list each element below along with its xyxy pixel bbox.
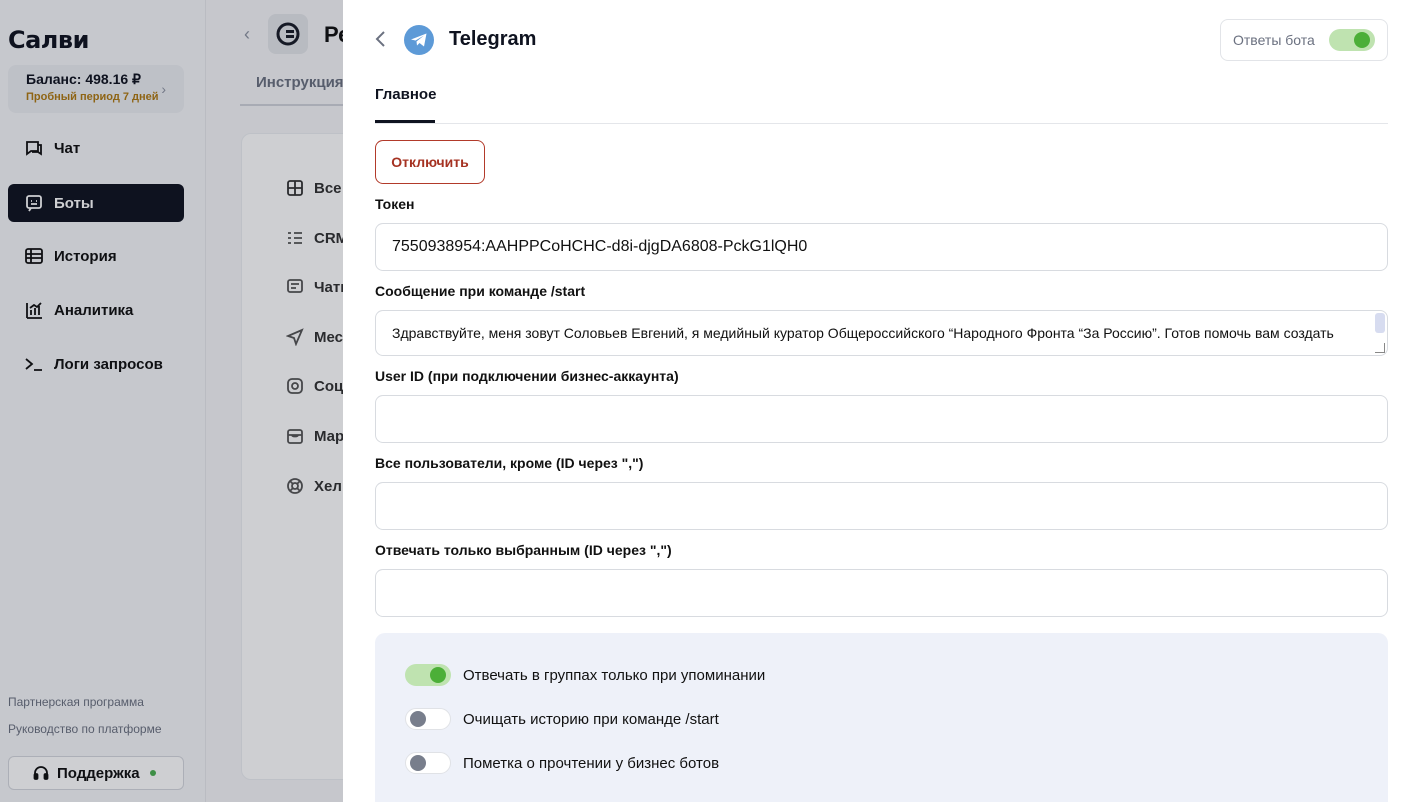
panel-title: Telegram bbox=[449, 28, 537, 50]
telegram-settings-panel: Telegram Ответы бота Главное Отключить Т… bbox=[343, 0, 1426, 802]
bot-answers-toggle[interactable] bbox=[1329, 29, 1375, 51]
user-id-label: User ID (при подключении бизнес-аккаунта… bbox=[375, 368, 679, 384]
toggle-label: Отвечать в группах только при упоминании bbox=[463, 666, 766, 684]
toggle-knob bbox=[430, 667, 446, 683]
toggle-row-group-mentions: Отвечать в группах только при упоминании bbox=[405, 664, 765, 686]
disconnect-button[interactable]: Отключить bbox=[375, 140, 485, 184]
token-value: 7550938954:AAHPPCoHCHC-d8i-djgDA6808-Pck… bbox=[392, 238, 808, 255]
tab-main[interactable]: Главное bbox=[375, 86, 436, 103]
tab-divider bbox=[375, 123, 1388, 124]
token-label: Токен bbox=[375, 196, 415, 212]
start-message-textarea[interactable]: Здравствуйте, меня зовут Соловьев Евгени… bbox=[375, 310, 1388, 356]
except-users-label: Все пользователи, кроме (ID через ",") bbox=[375, 455, 644, 471]
telegram-icon bbox=[404, 25, 434, 55]
bot-answers-toggle-box: Ответы бота bbox=[1220, 19, 1388, 61]
bot-answers-label: Ответы бота bbox=[1233, 32, 1315, 48]
modal-backdrop[interactable] bbox=[0, 0, 343, 802]
toggle-label: Очищать историю при команде /start bbox=[463, 710, 719, 728]
start-message-label: Сообщение при команде /start bbox=[375, 283, 586, 299]
clear-history-toggle[interactable] bbox=[405, 708, 451, 730]
toggle-label: Пометка о прочтении у бизнес ботов bbox=[463, 754, 720, 772]
toggle-row-read-mark: Пометка о прочтении у бизнес ботов bbox=[405, 752, 719, 774]
toggle-settings-box: Отвечать в группах только при упоминании… bbox=[375, 633, 1388, 802]
toggle-row-clear-history: Очищать историю при команде /start bbox=[405, 708, 719, 730]
group-mentions-toggle[interactable] bbox=[405, 664, 451, 686]
except-users-input[interactable] bbox=[375, 482, 1388, 530]
toggle-knob bbox=[410, 755, 426, 771]
only-selected-label: Отвечать только выбранным (ID через ",") bbox=[375, 542, 672, 558]
start-message-value: Здравствуйте, меня зовут Соловьев Евгени… bbox=[392, 325, 1334, 341]
textarea-scrollbar[interactable] bbox=[1375, 313, 1385, 333]
toggle-knob bbox=[1354, 32, 1370, 48]
toggle-knob bbox=[410, 711, 426, 727]
only-selected-input[interactable] bbox=[375, 569, 1388, 617]
resize-handle-icon[interactable] bbox=[1375, 343, 1385, 353]
user-id-input[interactable] bbox=[375, 395, 1388, 443]
back-arrow-icon[interactable] bbox=[373, 28, 387, 50]
read-mark-toggle[interactable] bbox=[405, 752, 451, 774]
token-input[interactable]: 7550938954:AAHPPCoHCHC-d8i-djgDA6808-Pck… bbox=[375, 223, 1388, 271]
